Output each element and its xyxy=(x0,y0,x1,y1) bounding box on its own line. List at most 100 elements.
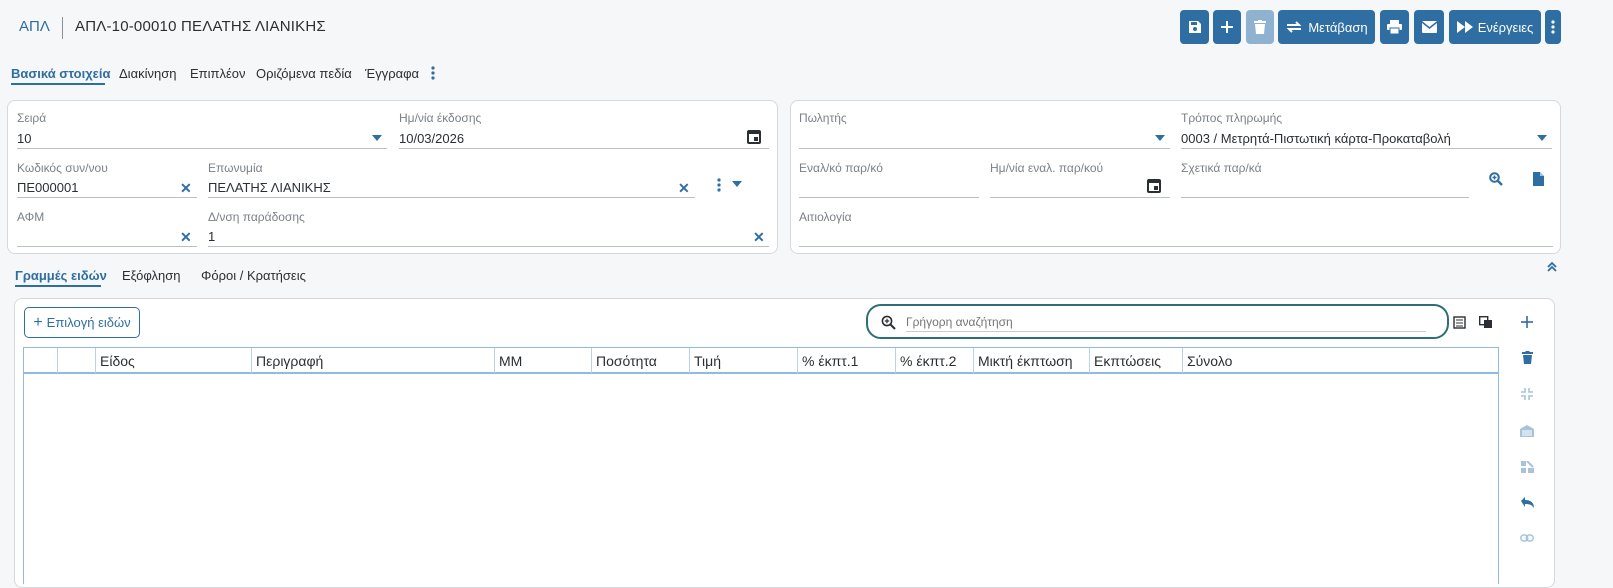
add-button[interactable] xyxy=(1213,10,1241,44)
tab-taxes[interactable]: Φόροι / Κρατήσεις xyxy=(201,268,306,283)
alt-doc-date-underline xyxy=(990,197,1170,198)
printer-icon xyxy=(1387,20,1402,34)
calendar-icon[interactable] xyxy=(747,129,761,144)
quick-search-input[interactable] xyxy=(906,312,1426,332)
email-button[interactable] xyxy=(1414,10,1444,44)
column-header-discount2[interactable]: % έκπτ.2 xyxy=(896,348,974,373)
related-docs-underline xyxy=(1181,197,1469,198)
envelope-icon xyxy=(1421,21,1437,33)
print-button[interactable] xyxy=(1380,10,1409,44)
column-header-discount1[interactable]: % έκπτ.1 xyxy=(798,348,896,373)
transition-button[interactable]: Μετάβαση xyxy=(1278,10,1375,44)
quick-search-box[interactable] xyxy=(866,304,1449,339)
series-dropdown-icon[interactable] xyxy=(372,135,382,141)
reason-underline xyxy=(799,246,1553,247)
link-icon[interactable] xyxy=(1520,533,1534,543)
items-icon[interactable] xyxy=(1521,461,1534,473)
search-icon xyxy=(881,315,896,330)
payment-method-field[interactable]: 0003 / Μετρητά-Πιστωτική κάρτα-Προκαταβο… xyxy=(1181,131,1451,146)
issue-date-underline xyxy=(399,148,769,149)
column-header-discounts[interactable]: Εκπτώσεις xyxy=(1090,348,1183,373)
column-header-description[interactable]: Περιγραφή xyxy=(252,348,495,373)
zoom-in-icon[interactable] xyxy=(1489,172,1503,186)
payment-method-underline xyxy=(1181,148,1552,149)
series-label: Σειρά xyxy=(17,111,47,125)
tab-custom-fields[interactable]: Οριζόμενα πεδία xyxy=(256,66,352,81)
add-line-icon[interactable] xyxy=(1521,316,1533,328)
select-items-button[interactable]: + Επιλογή ειδών xyxy=(24,307,140,338)
alt-doc-label: Εναλ/κό παρ/κό xyxy=(799,161,883,175)
column-header-quantity[interactable]: Ποσότητα xyxy=(592,348,690,373)
related-docs-label: Σχετικά παρ/κά xyxy=(1181,161,1262,175)
series-field[interactable]: 10 xyxy=(17,131,31,146)
collapse-rows-icon[interactable] xyxy=(1521,388,1533,400)
salesperson-dropdown-icon[interactable] xyxy=(1155,135,1165,141)
clear-vat-icon[interactable]: ✕ xyxy=(180,230,192,244)
tab-shipping[interactable]: Διακίνηση xyxy=(119,66,176,81)
name-field[interactable]: ΠΕΛΑΤΗΣ ΛΙΑΝΙΚΗΣ xyxy=(208,180,331,195)
salesperson-underline xyxy=(799,148,1170,149)
column-header-unit[interactable]: ΜΜ xyxy=(495,348,592,373)
column-header-total[interactable]: Σύνολο xyxy=(1183,348,1498,373)
column-header-mixed-discount[interactable]: Μικτή έκπτωση xyxy=(974,348,1090,373)
name-dropdown-icon[interactable] xyxy=(732,181,742,187)
payment-method-dropdown-icon[interactable] xyxy=(1537,135,1547,141)
delivery-address-underline xyxy=(208,246,769,247)
fast-forward-icon xyxy=(1456,21,1473,33)
salesperson-label: Πωλητής xyxy=(799,111,847,125)
tab-extra[interactable]: Επιπλέον xyxy=(190,66,246,81)
tab-item-lines[interactable]: Γραμμές ειδών xyxy=(15,268,107,283)
alt-doc-date-label: Ημ/νία εναλ. παρ/κού xyxy=(990,161,1104,175)
delivery-address-label: Δ/νση παράδοσης xyxy=(208,210,305,224)
save-icon xyxy=(1188,21,1201,33)
select-items-label: Επιλογή ειδών xyxy=(46,315,131,330)
undo-icon[interactable] xyxy=(1521,497,1534,509)
name-label: Επωνυμία xyxy=(208,161,263,175)
more-menu-button[interactable] xyxy=(1545,10,1561,44)
column-header-select[interactable] xyxy=(24,348,58,373)
issue-date-label: Ημ/νία έκδοσης xyxy=(399,111,482,125)
active-subtab-indicator xyxy=(15,285,101,287)
alt-doc-calendar-icon[interactable] xyxy=(1147,178,1161,193)
page-title: ΑΠΛ-10-00010 ΠΕΛΑΤΗΣ ΛΙΑΝΙΚΗΣ xyxy=(75,18,326,35)
export-excel-icon[interactable] xyxy=(1453,316,1466,329)
name-more-icon[interactable] xyxy=(717,178,721,192)
customer-code-label: Κωδικός συν/νου xyxy=(17,161,108,175)
tab-documents[interactable]: Έγγραφα xyxy=(365,66,419,81)
clear-customer-code-icon[interactable]: ✕ xyxy=(180,181,192,195)
clear-delivery-address-icon[interactable]: ✕ xyxy=(753,230,765,244)
header-right-card: Πωλητής Τρόπος πληρωμής 0003 / Μετρητά-Π… xyxy=(790,100,1561,254)
issue-date-field[interactable]: 10/03/2026 xyxy=(399,131,464,146)
delete-button[interactable] xyxy=(1246,10,1274,44)
header-bar: ΑΠΛ ΑΠΛ-10-00010 ΠΕΛΑΤΗΣ ΛΙΑΝΙΚΗΣ Μετάβα… xyxy=(0,0,1613,56)
transition-label: Μετάβαση xyxy=(1308,19,1368,35)
tab-settlement[interactable]: Εξόφληση xyxy=(122,268,181,283)
vat-label: ΑΦΜ xyxy=(17,210,45,224)
tabs-more-icon[interactable] xyxy=(431,66,435,80)
tab-basic[interactable]: Βασικά στοιχεία xyxy=(11,66,110,81)
lines-table-header: Είδος Περιγραφή ΜΜ Ποσότητα Τιμή % έκπτ.… xyxy=(23,347,1499,374)
warehouse-icon[interactable] xyxy=(1520,425,1534,437)
actions-button[interactable]: Ενέργειες xyxy=(1449,10,1541,44)
delivery-address-field[interactable]: 1 xyxy=(208,229,215,244)
customer-code-field[interactable]: ΠΕ000001 xyxy=(17,180,78,195)
lines-table-body xyxy=(23,374,1499,584)
clear-name-icon[interactable]: ✕ xyxy=(678,181,690,195)
column-header-price[interactable]: Τιμή xyxy=(690,348,798,373)
save-button[interactable] xyxy=(1180,10,1209,44)
column-header-row[interactable] xyxy=(58,348,96,373)
column-header-item[interactable]: Είδος xyxy=(96,348,252,373)
delete-line-icon[interactable] xyxy=(1522,351,1533,364)
document-icon[interactable] xyxy=(1533,172,1544,186)
reason-label: Αιτιολογία xyxy=(799,210,852,224)
swap-arrows-icon xyxy=(1286,21,1302,33)
name-underline xyxy=(208,197,695,198)
active-tab-indicator xyxy=(11,83,105,85)
copy-view-icon[interactable] xyxy=(1479,316,1493,329)
doc-type-link[interactable]: ΑΠΛ xyxy=(19,18,50,35)
payment-method-label: Τρόπος πληρωμής xyxy=(1181,111,1283,125)
title-separator xyxy=(62,17,63,39)
plus-icon xyxy=(1221,21,1233,33)
collapse-up-icon[interactable] xyxy=(1546,261,1558,273)
series-underline xyxy=(17,148,387,149)
